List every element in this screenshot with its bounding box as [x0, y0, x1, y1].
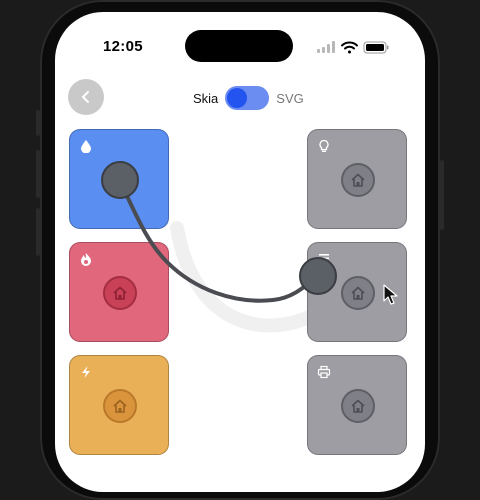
lightbulb-icon — [319, 139, 329, 152]
home-socket[interactable] — [103, 276, 137, 310]
phone-side-button — [36, 110, 40, 136]
app-screen: 12:05 Skia SVG — [55, 12, 425, 492]
mouse-cursor-icon — [383, 284, 398, 305]
phone-volume-down — [36, 208, 40, 256]
drag-handle-node[interactable] — [299, 257, 337, 295]
home-socket[interactable] — [103, 389, 137, 423]
water-drop-icon — [81, 140, 91, 153]
tile-fire[interactable] — [69, 242, 169, 342]
home-icon — [113, 399, 127, 413]
home-icon — [113, 286, 127, 300]
home-icon — [351, 286, 365, 300]
tile-power[interactable] — [69, 355, 169, 455]
source-node[interactable] — [101, 161, 139, 199]
printer-icon — [317, 365, 331, 379]
home-socket[interactable] — [341, 276, 375, 310]
phone-power-button — [440, 160, 444, 230]
home-icon — [351, 399, 365, 413]
home-socket[interactable] — [341, 163, 375, 197]
fire-icon — [81, 253, 91, 266]
tile-light[interactable] — [307, 129, 407, 229]
lightning-icon — [82, 366, 90, 378]
home-icon — [351, 173, 365, 187]
phone-volume-up — [36, 150, 40, 198]
tile-printer[interactable] — [307, 355, 407, 455]
home-socket[interactable] — [341, 389, 375, 423]
